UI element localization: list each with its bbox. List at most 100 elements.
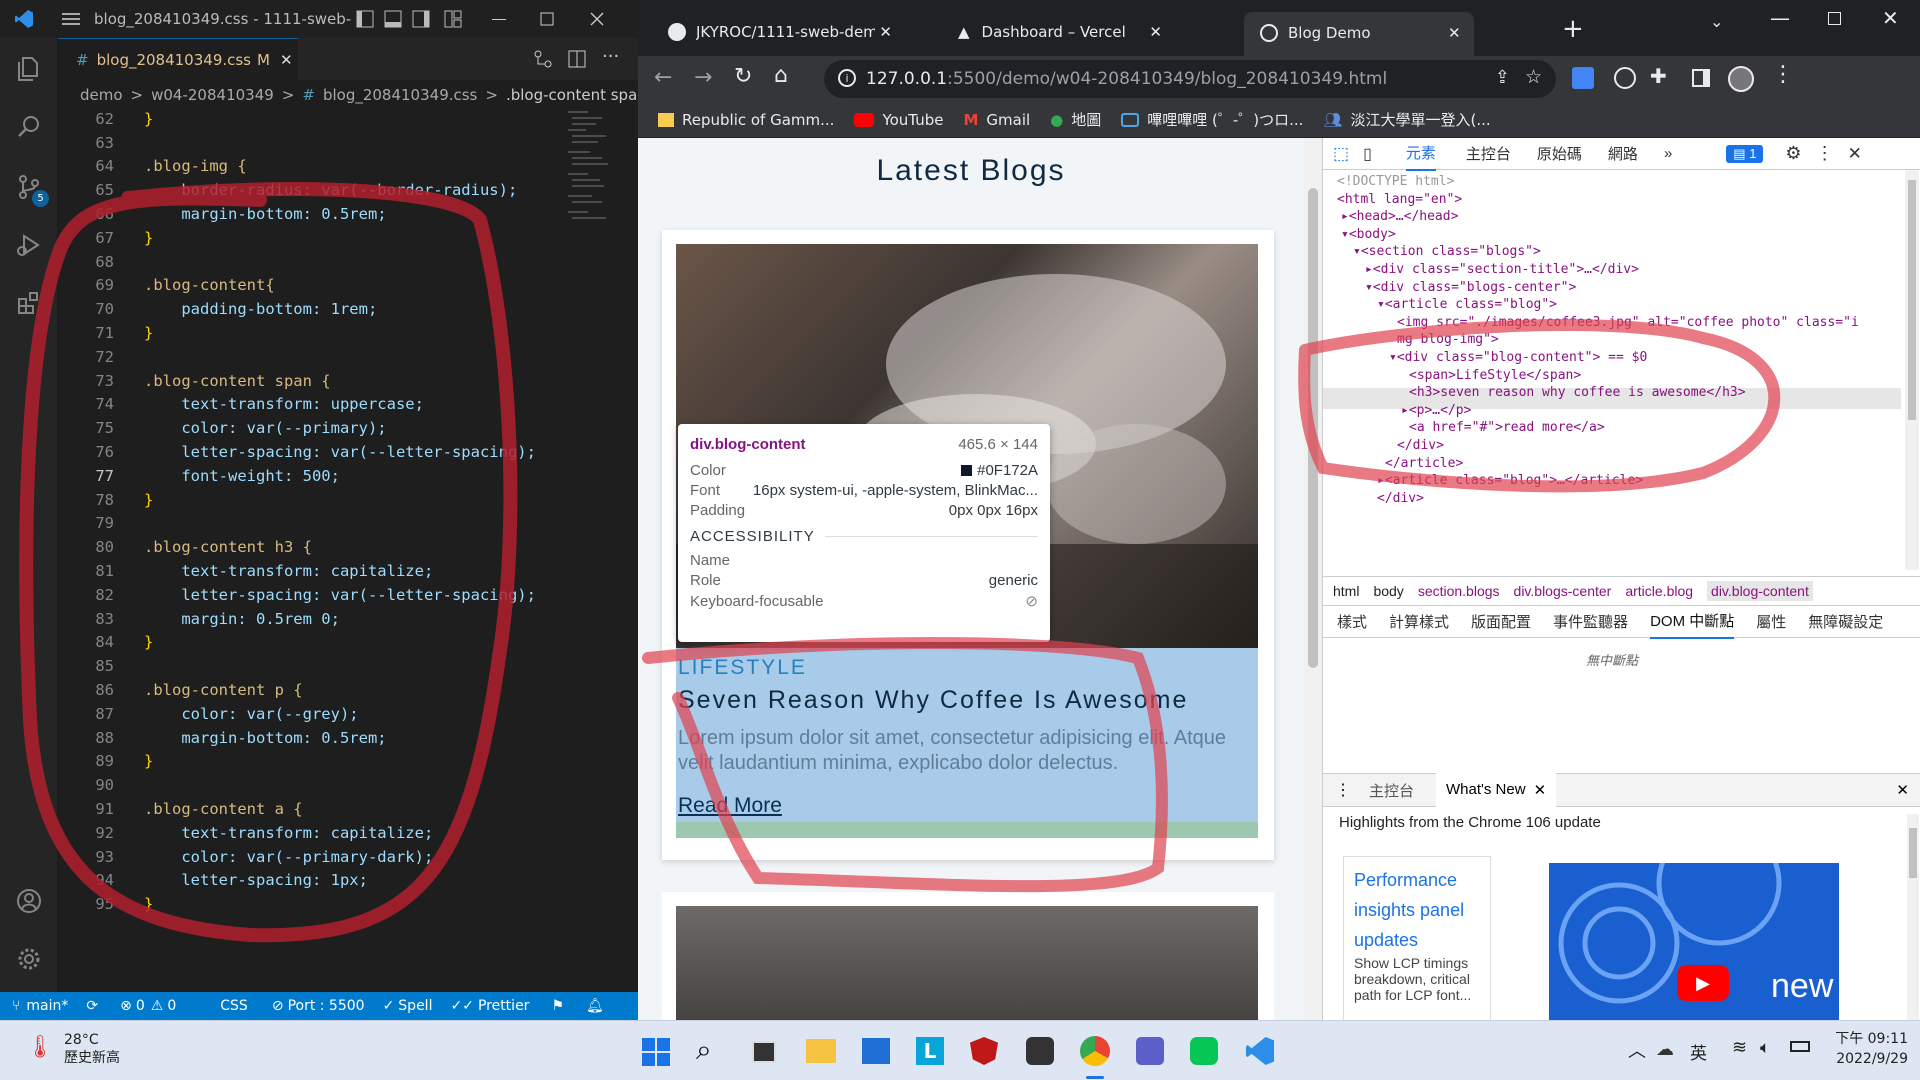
tab-search-icon[interactable]: ⌄ [1710,12,1723,31]
wifi-icon[interactable]: ≋ [1732,1037,1747,1058]
maximize-icon[interactable] [1828,12,1841,25]
code-line[interactable]: 63 [58,131,618,155]
crumb-blog-content[interactable]: div.blog-content [1707,581,1813,601]
crumb-blogs-center[interactable]: div.blogs-center [1514,583,1612,599]
code-line[interactable]: 95} [58,892,618,916]
tab-sources[interactable]: 原始碼 [1537,143,1582,164]
task-view-icon[interactable] [752,1041,776,1063]
chrome-menu-icon[interactable]: ⋮ [1772,62,1794,87]
tab-close-icon[interactable]: ✕ [879,23,892,41]
error-count[interactable]: 0 [136,998,145,1014]
store-icon[interactable] [862,1038,890,1064]
code-text[interactable]: } [144,110,153,128]
bookmark-tku[interactable]: 👥︎ 淡江大學單一登入(... [1323,109,1490,130]
bookmark-bilibili[interactable]: 嗶哩嗶哩 (゜-゜)つロ... [1121,109,1303,130]
menu-icon[interactable] [62,12,80,26]
tab-close-icon[interactable]: ✕ [1448,24,1461,42]
scrollbar-thumb[interactable] [1308,188,1318,668]
feedback-icon[interactable]: ⚑ [551,998,564,1014]
tab-close-icon[interactable]: ✕ [1534,781,1547,799]
extensions-puzzle-icon[interactable]: ✚ [1650,64,1667,88]
devtools-settings-icon[interactable]: ⚙ [1785,143,1801,164]
prettier-icon[interactable]: ✓✓ [450,998,473,1014]
tab-console[interactable]: 主控台 [1466,143,1511,164]
maximize-icon[interactable] [540,12,554,26]
code-text[interactable]: } [144,491,153,509]
code-line[interactable]: 73 .blog-content span { [58,369,618,393]
issues-badge[interactable]: ▤ 1 [1726,144,1764,163]
breadcrumb-item[interactable]: blog_208410349.css [323,86,477,104]
code-line[interactable]: 93 color: var(--primary-dark); [58,845,618,869]
share-icon[interactable]: ⇪ [1495,67,1510,88]
code-text[interactable]: .blog-content span { [144,372,331,390]
address-bar[interactable]: i 127.0.0.1:5500/demo/w04-208410349/blog… [824,60,1556,98]
source-control-icon[interactable]: 5 [12,170,49,207]
breadcrumb-item[interactable]: w04-208410349 [151,86,274,104]
settings-gear-icon[interactable] [12,942,46,976]
crumb-html[interactable]: html [1333,583,1359,599]
warning-count[interactable]: 0 [167,998,176,1014]
code-line[interactable]: 84} [58,631,618,655]
breadcrumb-item[interactable]: demo [80,86,123,104]
run-debug-icon[interactable] [12,228,46,262]
minimize-icon[interactable] [492,12,506,26]
code-line[interactable]: 85 [58,654,618,678]
bookmark-gmail[interactable]: M Gmail [963,111,1030,129]
code-line[interactable]: 79 [58,512,618,536]
code-line[interactable]: 75 color: var(--primary); [58,416,618,440]
code-line[interactable]: 77 font-weight: 500; [58,464,618,488]
l-app-icon[interactable]: L [916,1037,944,1065]
prettier-label[interactable]: Prettier [478,998,530,1014]
code-text[interactable]: letter-spacing: 1px; [144,871,368,889]
new-tab-icon[interactable]: + [1562,14,1584,44]
code-text[interactable]: .blog-img { [144,157,247,175]
device-toolbar-icon[interactable]: ▯ [1363,144,1372,164]
code-text[interactable]: } [144,752,153,770]
spell-check-icon[interactable]: ✓ [383,998,395,1014]
code-text[interactable]: color: var(--primary); [144,419,386,437]
drawer-close-icon[interactable]: ✕ [1896,781,1909,799]
drawer-tab-whats-new[interactable]: What's New ✕ [1436,773,1557,807]
bookmark-youtube[interactable]: YouTube [854,111,943,129]
inspect-element-icon[interactable]: ⬚ [1333,144,1349,164]
language-mode[interactable]: CSS [220,998,248,1014]
search-icon[interactable]: ⌕ [696,1033,712,1067]
battery-icon[interactable] [1790,1041,1810,1052]
tab-close-icon[interactable]: ✕ [1149,23,1162,41]
code-text[interactable]: } [144,324,153,342]
tab-close-icon[interactable]: ✕ [280,51,293,69]
back-icon[interactable]: ← [654,65,672,90]
bookmark-republic[interactable]: Republic of Gamm... [658,111,834,129]
spell-label[interactable]: Spell [398,998,432,1014]
subtab-layout[interactable]: 版面配置 [1471,611,1531,632]
code-text[interactable]: color: var(--grey); [144,705,358,723]
volume-icon[interactable]: 🔈︎ [1760,1038,1770,1058]
code-line[interactable]: 70 padding-bottom: 1rem; [58,297,618,321]
site-info-icon[interactable]: i [838,69,856,87]
start-icon[interactable] [642,1038,670,1070]
code-text[interactable]: letter-spacing: var(--letter-spacing); [144,586,536,604]
code-line[interactable]: 86 .blog-content p { [58,678,618,702]
code-line[interactable]: 80 .blog-content h3 { [58,535,618,559]
tab-more[interactable]: » [1664,145,1672,162]
code-text[interactable]: border-radius: var(--border-radius); [144,181,517,199]
subtab-dom-breakpoints[interactable]: DOM 中斷點 [1650,604,1735,639]
whats-new-link[interactable]: Performance insights panel updates [1354,865,1480,955]
subtab-properties[interactable]: 屬性 [1756,611,1786,632]
code-line[interactable]: 91 .blog-content a { [58,797,618,821]
branch-icon[interactable]: ⑂ [12,998,20,1014]
branch-name[interactable]: main* [26,998,68,1014]
code-text[interactable]: } [144,633,153,651]
layout-panel-icon[interactable] [384,10,402,28]
onedrive-icon[interactable]: ☁ [1656,1039,1674,1060]
weather-thermometer-icon[interactable]: 🌡︎ [26,1035,54,1060]
live-server-icon[interactable]: ⊘ [272,998,284,1014]
search-icon[interactable] [12,110,46,144]
dom-node[interactable]: </div> [1377,488,1424,509]
editor-tab-css[interactable]: # blog_208410349.css M ✕ [58,38,298,80]
code-line[interactable]: 78} [58,488,618,512]
extensions-icon[interactable] [12,286,46,320]
mcafee-icon[interactable] [970,1037,998,1065]
split-editor-icon[interactable] [568,50,586,72]
bookmark-maps[interactable]: ● 地圖 [1050,109,1101,130]
